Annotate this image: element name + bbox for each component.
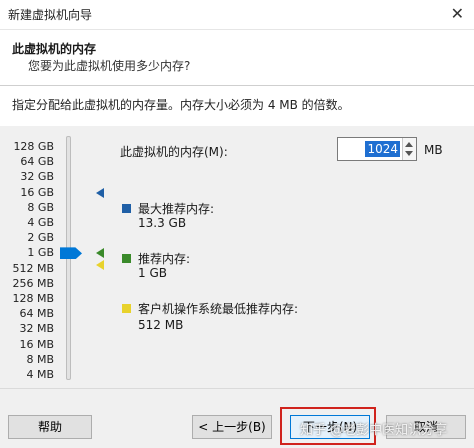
- memory-unit: MB: [424, 143, 443, 157]
- memory-spinner[interactable]: [402, 138, 416, 160]
- scale-label: 8 MB: [26, 352, 54, 366]
- close-icon[interactable]: ✕: [451, 4, 464, 23]
- scale-label: 64 MB: [19, 307, 54, 321]
- window-title: 新建虚拟机向导: [8, 8, 93, 22]
- max-recommended-marker-icon: [96, 188, 104, 198]
- memory-scale: 128 GB 64 GB 32 GB 16 GB 8 GB 4 GB 2 GB 1 GB 512…: [0, 126, 60, 388]
- scale-label: 32 MB: [19, 322, 54, 336]
- min-recommended-label: 客户机操作系统最低推荐内存:: [138, 302, 299, 316]
- wizard-footer: 帮助 < 上一步(B) 下一步(N) 取消 知乎 @老彭中医知识分享: [0, 388, 474, 448]
- scale-label: 4 MB: [26, 368, 54, 381]
- scale-label: 2 GB: [27, 231, 54, 245]
- max-recommended-label: 最大推荐内存:: [138, 202, 215, 216]
- max-recommended-swatch-icon: [122, 204, 131, 213]
- min-recommended-marker-icon: [96, 260, 104, 270]
- memory-label: 此虚拟机的内存(M):: [120, 145, 228, 159]
- scale-label: 8 GB: [27, 200, 54, 214]
- max-recommended-value: 13.3 GB: [138, 216, 187, 230]
- min-recommended-swatch-icon: [122, 304, 131, 313]
- recommended-swatch-icon: [122, 254, 131, 263]
- title-bar: 新建虚拟机向导 ✕: [0, 0, 474, 30]
- scale-label: 1 GB: [27, 246, 54, 260]
- page-subtitle: 您要为此虚拟机使用多少内存?: [28, 59, 191, 73]
- memory-value[interactable]: 1024: [365, 141, 400, 157]
- spin-up-icon[interactable]: [405, 142, 413, 147]
- instruction-text: 指定分配给此虚拟机的内存量。内存大小必须为 4 MB 的倍数。: [12, 98, 350, 112]
- memory-panel: 128 GB 64 GB 32 GB 16 GB 8 GB 4 GB 2 GB 1 GB 512…: [0, 126, 474, 388]
- spin-down-icon[interactable]: [405, 151, 413, 156]
- watermark: 知乎 @老彭中医知识分享: [300, 423, 448, 438]
- recommended-marker-icon: [96, 248, 104, 258]
- scale-label: 256 MB: [12, 276, 54, 290]
- memory-slider-thumb[interactable]: [60, 247, 82, 260]
- recommended-label: 推荐内存:: [138, 252, 191, 266]
- scale-label: 512 MB: [12, 261, 54, 275]
- help-button[interactable]: 帮助: [8, 415, 92, 439]
- min-recommended-value: 512 MB: [138, 318, 184, 332]
- scale-label: 64 GB: [20, 155, 54, 169]
- scale-label: 32 GB: [20, 170, 54, 184]
- scale-label: 16 GB: [20, 185, 54, 199]
- page-title: 此虚拟机的内存: [12, 42, 97, 56]
- back-button[interactable]: < 上一步(B): [192, 415, 272, 439]
- scale-label: 128 MB: [12, 292, 54, 305]
- scale-label: 4 GB: [27, 216, 54, 229]
- recommended-value: 1 GB: [138, 266, 167, 280]
- scale-label: 16 MB: [19, 337, 54, 351]
- memory-input[interactable]: 1024: [337, 137, 417, 161]
- wizard-header: 此虚拟机的内存 您要为此虚拟机使用多少内存?: [0, 30, 474, 86]
- scale-label: 128 GB: [13, 140, 54, 153]
